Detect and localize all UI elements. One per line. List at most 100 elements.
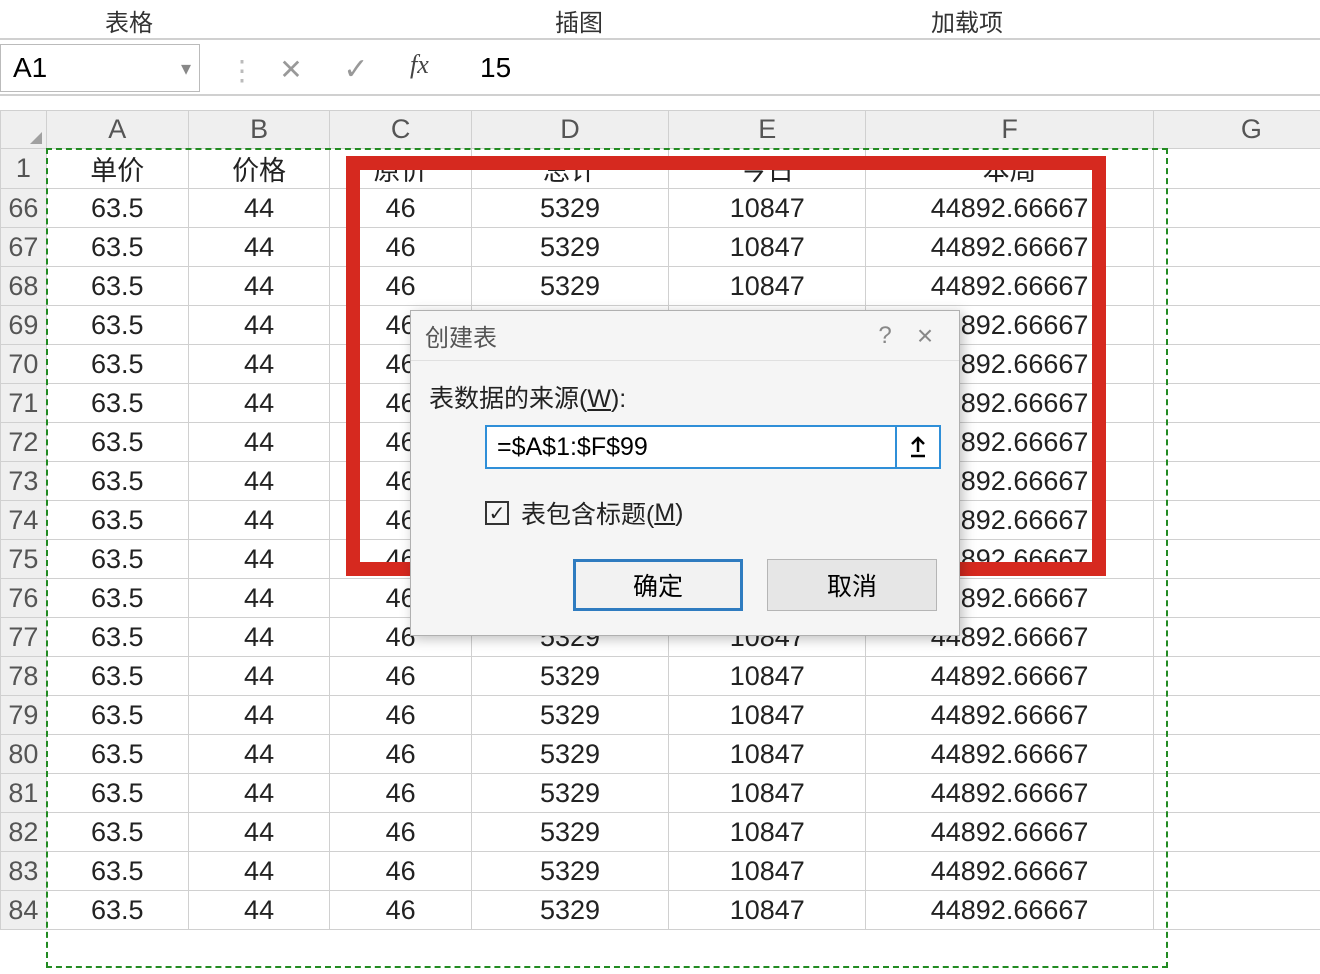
row-header[interactable]: 67	[1, 228, 47, 267]
column-header[interactable]: F	[866, 111, 1153, 149]
cell[interactable]: 原价	[330, 149, 472, 189]
cell[interactable]: 44	[188, 813, 330, 852]
cell[interactable]: 63.5	[46, 696, 188, 735]
cell[interactable]: 44892.66667	[866, 189, 1153, 228]
range-input[interactable]	[485, 425, 897, 469]
cell[interactable]: 10847	[669, 735, 866, 774]
row-header[interactable]: 81	[1, 774, 47, 813]
cell[interactable]	[1153, 540, 1320, 579]
cell[interactable]: 63.5	[46, 774, 188, 813]
cell[interactable]	[1153, 501, 1320, 540]
cell[interactable]: 44	[188, 345, 330, 384]
row-header[interactable]: 80	[1, 735, 47, 774]
ok-button[interactable]: 确定	[573, 559, 743, 611]
cell[interactable]	[1153, 462, 1320, 501]
formula-input[interactable]	[470, 44, 1320, 92]
cell[interactable]	[1153, 345, 1320, 384]
collapse-dialog-icon[interactable]	[897, 425, 941, 469]
cell[interactable]: 44892.66667	[866, 852, 1153, 891]
cell[interactable]: 今日	[669, 149, 866, 189]
row-header[interactable]: 1	[1, 149, 47, 189]
cell[interactable]: 46	[330, 657, 472, 696]
cell[interactable]: 5329	[471, 657, 668, 696]
cell[interactable]: 46	[330, 189, 472, 228]
cell[interactable]	[1153, 306, 1320, 345]
cell[interactable]: 10847	[669, 228, 866, 267]
cell[interactable]: 46	[330, 891, 472, 930]
cell[interactable]: 63.5	[46, 891, 188, 930]
row-header[interactable]: 84	[1, 891, 47, 930]
cell[interactable]: 单价	[46, 149, 188, 189]
cell[interactable]: 46	[330, 267, 472, 306]
cell[interactable]: 63.5	[46, 306, 188, 345]
cell[interactable]: 44	[188, 540, 330, 579]
cell[interactable]: 44892.66667	[866, 813, 1153, 852]
row-header[interactable]: 68	[1, 267, 47, 306]
cell[interactable]	[1153, 149, 1320, 189]
column-header[interactable]: E	[669, 111, 866, 149]
cell[interactable]: 63.5	[46, 852, 188, 891]
row-header[interactable]: 77	[1, 618, 47, 657]
cell[interactable]: 44	[188, 735, 330, 774]
cell[interactable]: 总计	[471, 149, 668, 189]
row-header[interactable]: 69	[1, 306, 47, 345]
cell[interactable]: 44	[188, 696, 330, 735]
cell[interactable]: 10847	[669, 813, 866, 852]
cell[interactable]: 44892.66667	[866, 891, 1153, 930]
has-headers-checkbox[interactable]: ✓ 表包含标题(M)	[485, 495, 941, 531]
cell[interactable]: 44	[188, 774, 330, 813]
cell[interactable]: 44	[188, 228, 330, 267]
cell[interactable]: 44	[188, 306, 330, 345]
cell[interactable]	[1153, 774, 1320, 813]
cell[interactable]: 5329	[471, 891, 668, 930]
row-header[interactable]: 71	[1, 384, 47, 423]
cancel-icon[interactable]: ✕	[270, 48, 312, 90]
cell[interactable]	[1153, 735, 1320, 774]
cell[interactable]: 10847	[669, 267, 866, 306]
name-box[interactable]: A1 ▾	[0, 44, 200, 92]
cell[interactable]: 5329	[471, 189, 668, 228]
row-header[interactable]: 79	[1, 696, 47, 735]
cell[interactable]: 5329	[471, 696, 668, 735]
cell[interactable]: 46	[330, 774, 472, 813]
cell[interactable]: 46	[330, 228, 472, 267]
cell[interactable]: 5329	[471, 774, 668, 813]
cell[interactable]: 44	[188, 657, 330, 696]
cell[interactable]: 46	[330, 735, 472, 774]
cell[interactable]: 46	[330, 813, 472, 852]
cell[interactable]: 46	[330, 852, 472, 891]
cell[interactable]: 63.5	[46, 579, 188, 618]
row-header[interactable]: 72	[1, 423, 47, 462]
cell[interactable]: 5329	[471, 267, 668, 306]
cell[interactable]	[1153, 657, 1320, 696]
cell[interactable]: 44	[188, 384, 330, 423]
row-header[interactable]: 75	[1, 540, 47, 579]
cell[interactable]	[1153, 267, 1320, 306]
cell[interactable]: 44892.66667	[866, 228, 1153, 267]
cell[interactable]	[1153, 579, 1320, 618]
column-header[interactable]: A	[46, 111, 188, 149]
close-icon[interactable]: ×	[905, 320, 945, 352]
cell[interactable]	[1153, 813, 1320, 852]
cell[interactable]: 44	[188, 462, 330, 501]
cell[interactable]: 63.5	[46, 345, 188, 384]
cell[interactable]: 44892.66667	[866, 267, 1153, 306]
row-header[interactable]: 70	[1, 345, 47, 384]
cell[interactable]	[1153, 228, 1320, 267]
cell[interactable]: 44	[188, 618, 330, 657]
cell[interactable]	[1153, 852, 1320, 891]
cell[interactable]: 10847	[669, 657, 866, 696]
cell[interactable]: 10847	[669, 891, 866, 930]
cell[interactable]: 44	[188, 423, 330, 462]
cell[interactable]: 10847	[669, 852, 866, 891]
cell[interactable]	[1153, 618, 1320, 657]
cell[interactable]: 本周	[866, 149, 1153, 189]
cell[interactable]: 63.5	[46, 384, 188, 423]
cell[interactable]	[1153, 423, 1320, 462]
cell[interactable]: 价格	[188, 149, 330, 189]
cell[interactable]: 44	[188, 579, 330, 618]
cell[interactable]: 63.5	[46, 189, 188, 228]
cell[interactable]: 44892.66667	[866, 735, 1153, 774]
cell[interactable]: 63.5	[46, 735, 188, 774]
cell[interactable]: 63.5	[46, 462, 188, 501]
